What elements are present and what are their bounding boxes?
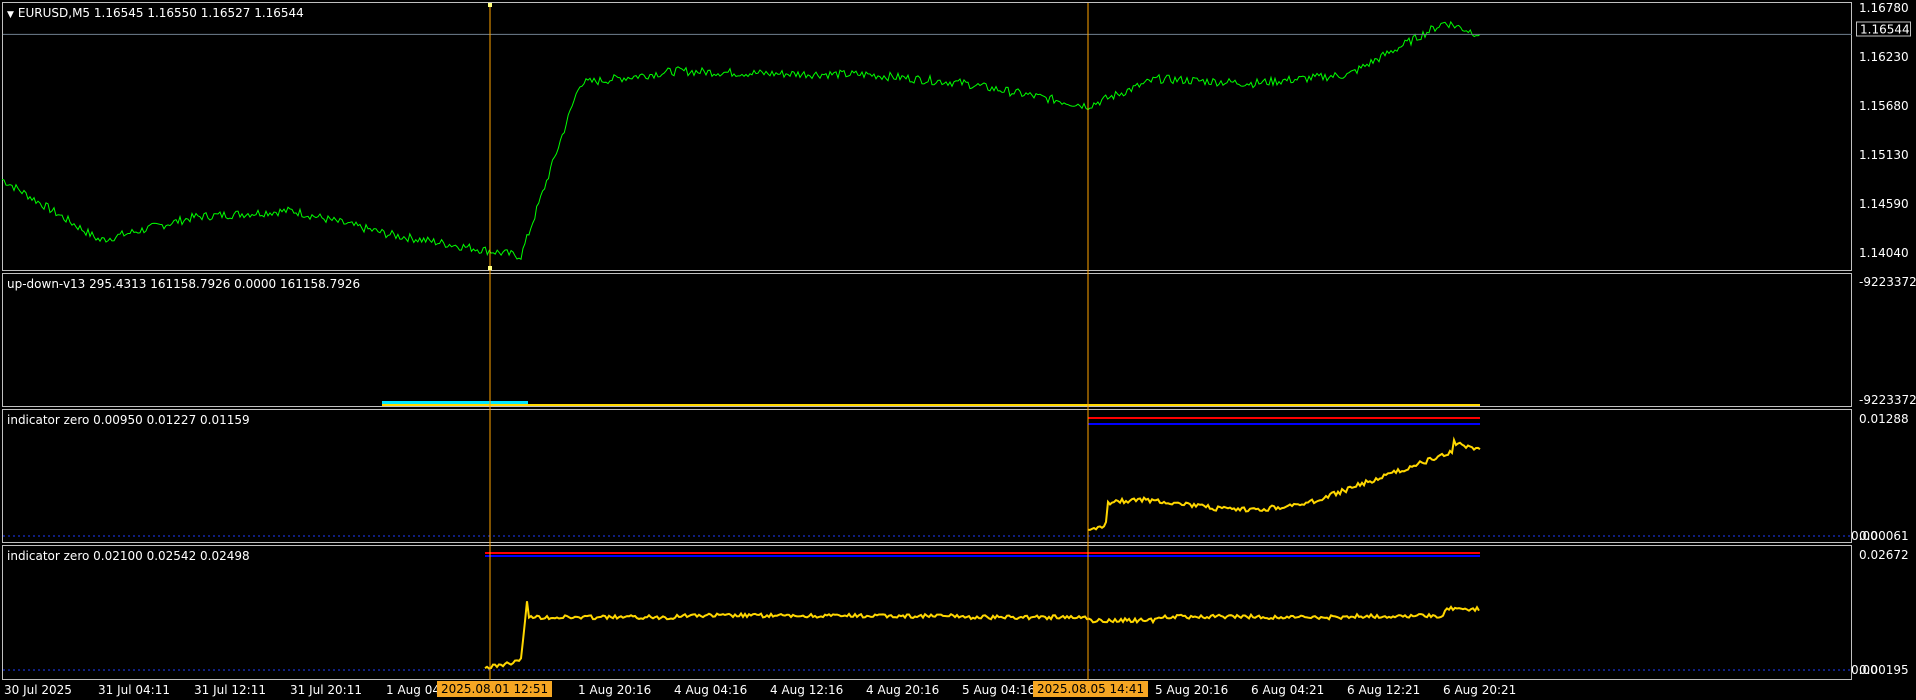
time-label: 6 Aug 20:21 — [1443, 683, 1517, 697]
time-label: 31 Jul 04:11 — [98, 683, 170, 697]
time-label: 6 Aug 04:21 — [1251, 683, 1325, 697]
time-axis[interactable]: 30 Jul 2025 31 Jul 04:11 31 Jul 12:11 31… — [0, 680, 1916, 700]
scale-label: -92233720 — [1859, 393, 1916, 407]
indicator-zero-line-2 — [484, 601, 1480, 670]
price-tick-label: 1.14590 — [1859, 197, 1909, 211]
price-tick-label: 1.16230 — [1859, 50, 1909, 64]
crosshair-handle-bottom — [488, 266, 492, 270]
scale-label: 0.00061 — [1859, 529, 1909, 543]
time-label: 1 Aug 20:16 — [578, 683, 652, 697]
time-label: 6 Aug 12:21 — [1347, 683, 1421, 697]
time-label: 5 Aug 04:16 — [962, 683, 1036, 697]
price-tick-label: 1.14040 — [1859, 246, 1909, 260]
price-tick-label: 1.15130 — [1859, 148, 1909, 162]
indicator-axis[interactable]: -92233720 -92233720 — [1853, 273, 1916, 407]
indicator-axis[interactable]: 0.02672 0.00 0.00195 — [1851, 545, 1916, 680]
price-tick-label: 1.15680 — [1859, 99, 1909, 113]
time-label: 30 Jul 2025 — [4, 683, 72, 697]
crosshair-time-1: 2025.08.01 12:51 — [437, 681, 553, 697]
time-label: 31 Jul 20:11 — [290, 683, 362, 697]
scale-label: 0.02672 — [1859, 548, 1909, 562]
time-label: 4 Aug 04:16 — [674, 683, 748, 697]
time-label: 1 Aug 04 — [386, 683, 440, 697]
time-label: 31 Jul 12:11 — [194, 683, 266, 697]
scale-label: 0.01288 — [1859, 412, 1909, 426]
price-axis[interactable]: 1.16780 1.16230 1.15680 1.15130 1.14590 … — [1853, 1, 1916, 271]
chart-overlay — [1, 3, 1852, 680]
time-label: 4 Aug 20:16 — [866, 683, 940, 697]
indicator-axis[interactable]: 0.01288 0.00 0.00061 — [1851, 409, 1916, 543]
time-label: 4 Aug 12:16 — [770, 683, 844, 697]
scale-label: 0.00195 — [1859, 663, 1909, 677]
scale-label: -92233720 — [1859, 275, 1916, 289]
time-label: 5 Aug 20:16 — [1155, 683, 1229, 697]
indicator-zero-line-1 — [1087, 436, 1481, 531]
price-line — [1, 20, 1481, 260]
price-tick-label: 1.16780 — [1859, 1, 1909, 15]
crosshair-handle-top — [488, 3, 492, 7]
current-price-box: 1.16544 — [1856, 21, 1911, 37]
crosshair-time-2: 2025.08.05 14:41 — [1033, 681, 1149, 697]
